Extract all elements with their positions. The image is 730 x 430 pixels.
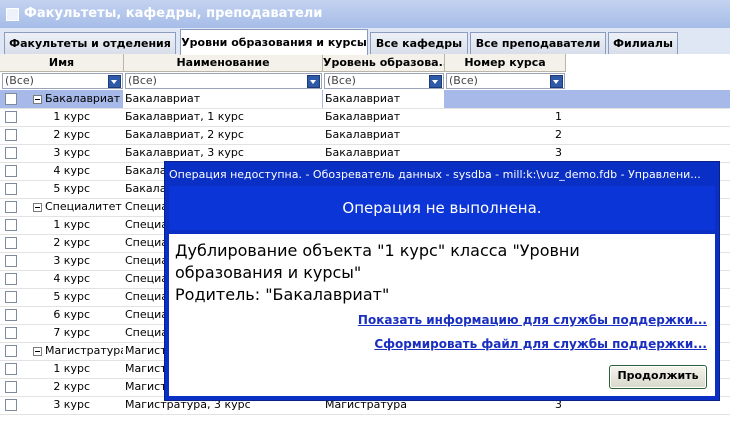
row-checkbox[interactable] [5, 309, 17, 321]
row-checkbox[interactable] [5, 273, 17, 285]
filter-dropdown-icon[interactable] [108, 75, 121, 88]
filter-course-number-value: (Все) [449, 74, 478, 87]
row-checkbox[interactable] [5, 111, 17, 123]
tab-faculties[interactable]: Факультеты и отделения [4, 32, 176, 54]
filter-dropdown-icon[interactable] [429, 75, 442, 88]
dialog-message-line: образования и курсы" [175, 263, 362, 282]
cell-name: 3 курс [53, 254, 90, 267]
column-header-name[interactable]: Имя [0, 54, 124, 71]
cell-name: 7 курс [53, 326, 90, 339]
cell-course-number: 3 [555, 146, 562, 159]
filter-dropdown-icon[interactable] [307, 75, 320, 88]
continue-button[interactable]: Продолжить [609, 365, 707, 389]
cell-title: Бакалавриат [123, 90, 322, 108]
cell-level: Бакалавриат [325, 110, 401, 123]
row-checkbox[interactable] [5, 381, 17, 393]
grid-header: Имя Наименование Уровень образова... Ном… [0, 54, 566, 72]
cell-name: 6 курс [53, 308, 90, 321]
collapse-icon[interactable] [33, 347, 42, 356]
window-title-bar: Факультеты, кафедры, преподаватели [0, 0, 730, 28]
show-support-info-link[interactable]: Показать информацию для службы поддержки… [358, 313, 707, 327]
row-checkbox[interactable] [5, 327, 17, 339]
dialog-message-line: Родитель: "Бакалавриат" [175, 285, 390, 304]
dialog-body: Дублирование объекта "1 курс" класса "Ур… [169, 234, 715, 396]
row-checkbox[interactable] [5, 93, 17, 105]
cell-course-number: 1 [555, 110, 562, 123]
cell-title: Бакалавриат, 3 курс [125, 146, 244, 159]
cell-title: Бакалавриат, 1 курс [125, 110, 244, 123]
filter-dropdown-icon[interactable] [550, 75, 563, 88]
column-header-title[interactable]: Наименование [124, 54, 323, 71]
cell-level: Бакалавриат [323, 90, 444, 108]
cell-name: 3 курс [53, 398, 90, 411]
tab-bar: Факультеты и отделения Уровни образовани… [0, 28, 730, 55]
row-checkbox[interactable] [5, 399, 17, 411]
row-checkbox[interactable] [5, 363, 17, 375]
row-checkbox[interactable] [5, 219, 17, 231]
column-header-course-number[interactable]: Номер курса [445, 54, 566, 71]
tab-all-departments[interactable]: Все кафедры [370, 32, 468, 54]
cell-name: 5 курс [53, 182, 90, 195]
filter-title[interactable]: (Все) [125, 73, 322, 89]
cell-title: Бакалавриат, 2 курс [125, 128, 244, 141]
filter-level[interactable]: (Все) [324, 73, 444, 89]
row-checkbox[interactable] [5, 291, 17, 303]
tab-education-levels[interactable]: Уровни образования и курсы [180, 29, 368, 55]
cell-course-number [446, 90, 562, 108]
cell-name: 1 курс [53, 110, 90, 123]
window-app-icon [6, 8, 19, 21]
cell-name: 1 курс [53, 218, 90, 231]
row-checkbox[interactable] [5, 183, 17, 195]
collapse-icon[interactable] [33, 203, 42, 212]
cell-name: Бакалавриат [45, 92, 121, 105]
error-dialog: Операция недоступна. - Обозреватель данн… [164, 161, 720, 401]
cell-name: 5 курс [53, 290, 90, 303]
cell-name: 1 курс [53, 362, 90, 375]
row-checkbox[interactable] [5, 237, 17, 249]
cell-name: 4 курс [53, 272, 90, 285]
tab-branches[interactable]: Филиалы [608, 32, 678, 54]
row-checkbox[interactable] [5, 345, 17, 357]
row-checkbox[interactable] [5, 147, 17, 159]
row-checkbox[interactable] [5, 255, 17, 267]
table-row[interactable]: 2 курс Бакалавриат, 2 курс Бакалавриат 2 [0, 126, 730, 145]
filter-row: (Все) (Все) (Все) (Все) [0, 72, 566, 91]
dialog-heading: Операция не выполнена. [169, 186, 715, 230]
cell-name: Магистратура [45, 344, 123, 357]
cell-name: 3 курс [53, 146, 90, 159]
filter-level-value: (Все) [327, 74, 356, 87]
filter-name[interactable]: (Все) [2, 73, 123, 89]
table-row[interactable]: 1 курс Бакалавриат, 1 курс Бакалавриат 1 [0, 108, 730, 127]
cell-course-number: 2 [555, 128, 562, 141]
cell-level: Бакалавриат [325, 128, 401, 141]
cell-name: 2 курс [53, 380, 90, 393]
row-checkbox[interactable] [5, 165, 17, 177]
cell-name: 2 курс [53, 236, 90, 249]
collapse-icon[interactable] [33, 95, 42, 104]
create-support-file-link[interactable]: Сформировать файл для службы поддержки..… [374, 337, 707, 351]
cell-name: Специалитет [45, 200, 122, 213]
filter-name-value: (Все) [5, 74, 34, 87]
row-checkbox[interactable] [5, 129, 17, 141]
window-title: Факультеты, кафедры, преподаватели [24, 6, 323, 21]
row-checkbox[interactable] [5, 201, 17, 213]
column-header-level[interactable]: Уровень образова... [323, 54, 445, 71]
tab-all-teachers[interactable]: Все преподаватели [470, 32, 606, 54]
dialog-message-line: Дублирование объекта "1 курс" класса "Ур… [175, 241, 580, 260]
filter-title-value: (Все) [128, 74, 157, 87]
dialog-title: Операция недоступна. - Обозреватель данн… [169, 168, 701, 181]
cell-name: 4 курс [53, 164, 90, 177]
cell-name: 2 курс [53, 128, 90, 141]
dialog-message: Дублирование объекта "1 курс" класса "Ур… [175, 240, 705, 306]
filter-course-number[interactable]: (Все) [446, 73, 565, 89]
group-row[interactable]: Бакалавриат Бакалавриат Бакалавриат [0, 90, 730, 109]
cell-level: Бакалавриат [325, 146, 401, 159]
